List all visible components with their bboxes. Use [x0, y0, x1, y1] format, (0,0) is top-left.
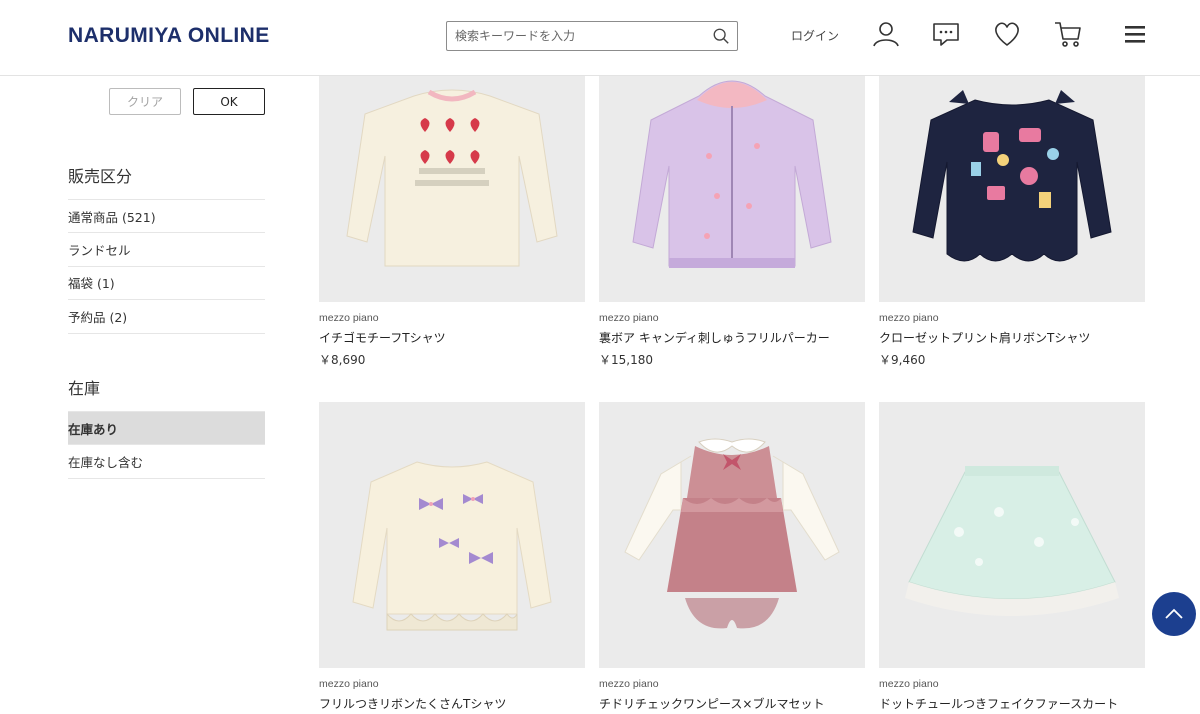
- menu-icon[interactable]: [1119, 18, 1151, 50]
- product-price: ￥8,690: [319, 353, 366, 367]
- product-image[interactable]: [879, 402, 1145, 668]
- login-link[interactable]: ログイン: [791, 27, 839, 44]
- scroll-top-button[interactable]: [1152, 592, 1196, 636]
- product-card[interactable]: mezzo piano チドリチェックワンピース×ブルマセット: [599, 402, 865, 713]
- product-brand: mezzo piano: [599, 312, 659, 324]
- product-price: ￥15,180: [599, 353, 653, 367]
- sales-category-title: 販売区分: [68, 167, 133, 186]
- product-brand: mezzo piano: [319, 678, 379, 690]
- product-card[interactable]: mezzo piano 裏ボア キャンディ刺しゅうフリルパーカー ￥15,180: [599, 36, 865, 368]
- product-image[interactable]: [599, 402, 865, 668]
- user-icon[interactable]: [870, 18, 902, 50]
- heart-icon[interactable]: [991, 18, 1023, 50]
- product-name[interactable]: チドリチェックワンピース×ブルマセット: [599, 695, 865, 713]
- chat-icon[interactable]: [930, 18, 962, 50]
- product-card[interactable]: mezzo piano ドットチュールつきフェイクファースカート: [879, 402, 1145, 713]
- search-box[interactable]: [446, 21, 738, 51]
- search-icon[interactable]: [712, 27, 730, 45]
- product-brand: mezzo piano: [599, 678, 659, 690]
- product-card[interactable]: mezzo piano フリルつきリボンたくさんTシャツ: [319, 402, 585, 713]
- filter-item-preorder[interactable]: 予約品 (2): [68, 300, 265, 334]
- filter-item-in-stock[interactable]: 在庫あり: [68, 412, 265, 446]
- product-name[interactable]: イチゴモチーフTシャツ: [319, 329, 585, 347]
- clear-button[interactable]: クリア: [109, 88, 181, 115]
- product-name[interactable]: クローゼットプリント肩リボンTシャツ: [879, 329, 1145, 347]
- product-brand: mezzo piano: [319, 312, 379, 324]
- stock-title: 在庫: [68, 379, 101, 398]
- product-name[interactable]: フリルつきリボンたくさんTシャツ: [319, 695, 585, 713]
- chevron-up-icon: [1165, 608, 1183, 619]
- product-name[interactable]: 裏ボア キャンディ刺しゅうフリルパーカー: [599, 329, 865, 347]
- product-name[interactable]: ドットチュールつきフェイクファースカート: [879, 695, 1145, 713]
- site-logo[interactable]: NARUMIYA ONLINE: [68, 24, 270, 48]
- filter-item-lucky-bag[interactable]: 福袋 (1): [68, 267, 265, 301]
- filter-item-regular[interactable]: 通常商品 (521): [68, 200, 265, 234]
- product-card[interactable]: mezzo piano クローゼットプリント肩リボンTシャツ ￥9,460: [879, 36, 1145, 368]
- product-brand: mezzo piano: [879, 312, 939, 324]
- filter-item-include-out-of-stock[interactable]: 在庫なし含む: [68, 445, 265, 479]
- product-brand: mezzo piano: [879, 678, 939, 690]
- filter-item-randoseru[interactable]: ランドセル: [68, 233, 265, 267]
- ok-button[interactable]: OK: [193, 88, 265, 115]
- stock-list: 在庫あり 在庫なし含む: [68, 411, 265, 479]
- product-image[interactable]: [319, 402, 585, 668]
- sales-category-list: 通常商品 (521) ランドセル 福袋 (1) 予約品 (2): [68, 199, 265, 334]
- cart-icon[interactable]: [1052, 18, 1084, 50]
- search-input[interactable]: [447, 22, 697, 50]
- product-price: ￥9,460: [879, 353, 926, 367]
- product-card[interactable]: mezzo piano イチゴモチーフTシャツ ￥8,690: [319, 36, 585, 368]
- site-header: NARUMIYA ONLINE ログイン: [0, 0, 1200, 76]
